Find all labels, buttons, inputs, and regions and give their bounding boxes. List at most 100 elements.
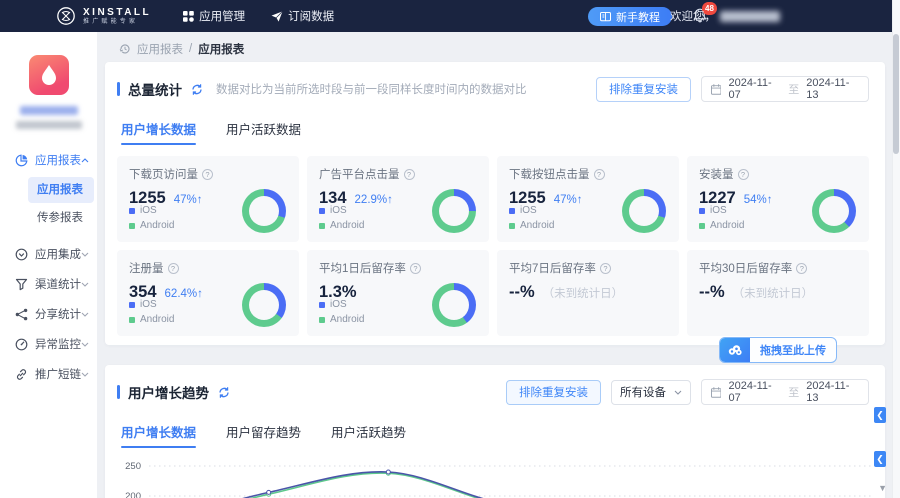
stat-card: 广告平台点击量 ? 134 22.9%↑ iOSAndroid (307, 156, 489, 242)
info-icon[interactable]: ? (404, 169, 415, 180)
breadcrumb-current: 应用报表 (198, 41, 244, 57)
brand-logo[interactable]: XINSTALL 推广赋能专家 (56, 6, 151, 26)
sidebar-subitem-1[interactable]: 传参报表 (28, 205, 94, 231)
info-icon[interactable]: ? (410, 263, 421, 274)
info-icon[interactable]: ? (168, 263, 179, 274)
stat-card-title: 广告平台点击量 (319, 166, 400, 182)
device-select[interactable]: 所有设备 (611, 380, 691, 405)
top-navbar: XINSTALL 推广赋能专家 应用管理 订阅数据 新手教程 (0, 0, 900, 32)
sidebar-item-4[interactable]: 异常监控 (0, 329, 97, 359)
nav-label: 订阅数据 (288, 8, 334, 24)
stat-card: 平均30日后留存率 ? --% （未到统计日） (687, 250, 869, 336)
tutorial-button[interactable]: 新手教程 (588, 7, 672, 26)
collapse-panel-button[interactable]: ❮ (874, 451, 886, 467)
nav-subscribe-data[interactable]: 订阅数据 (271, 8, 334, 24)
info-icon[interactable]: ? (202, 169, 213, 180)
brand-name: XINSTALL (83, 7, 151, 18)
share-icon (15, 307, 29, 321)
link-icon (15, 367, 29, 381)
sidebar-item-1[interactable]: 应用集成 (0, 239, 97, 269)
info-icon[interactable]: ? (594, 169, 605, 180)
refresh-icon[interactable] (217, 386, 231, 399)
sidebar-item-label: 渠道统计 (35, 276, 81, 292)
cloud-upload-icon (720, 337, 750, 363)
info-icon[interactable]: ? (738, 169, 749, 180)
username-redacted[interactable] (720, 11, 780, 22)
tab-2[interactable]: 用户活跃趋势 (331, 422, 406, 448)
platform-legend: iOSAndroid (509, 203, 554, 233)
sidebar-item-2[interactable]: 渠道统计 (0, 269, 97, 299)
legend-item: iOS (509, 203, 554, 218)
trend-title: 用户增长趋势 (128, 382, 209, 402)
sidebar-item-0[interactable]: 应用报表 (0, 145, 97, 175)
sidebar-item-label: 应用集成 (35, 246, 81, 262)
stat-card-title: 平均7日后留存率 (509, 260, 596, 276)
upload-label: 拖拽至此上传 (750, 342, 836, 358)
exclude-duplicate-install-button[interactable]: 排除重复安装 (596, 77, 691, 102)
app-avatar[interactable] (29, 55, 69, 95)
platform-legend: iOSAndroid (319, 297, 364, 327)
info-icon[interactable]: ? (796, 263, 807, 274)
nav-app-management[interactable]: 应用管理 (183, 8, 245, 24)
xinstall-logo-icon (56, 6, 76, 26)
channel-icon (15, 277, 29, 291)
sidebar-item-label: 应用报表 (35, 152, 81, 168)
stat-cards-grid: 下载页访问量 ? 1255 47%↑ iOSAndroid 广告平台点击量 ? … (117, 156, 869, 336)
calendar-icon (711, 84, 721, 95)
tutorial-label: 新手教程 (616, 9, 660, 25)
tab-1[interactable]: 用户活跃数据 (226, 119, 301, 145)
stat-value: --% (699, 283, 725, 302)
corner-widget-icon: ▼ (878, 483, 887, 493)
summary-date-range-picker[interactable]: 2024-11-07 至 2024-11-13 (701, 76, 869, 102)
legend-item: Android (129, 218, 174, 233)
sidebar-item-label: 推广短链 (35, 366, 81, 382)
breadcrumb-separator: / (189, 43, 192, 55)
refresh-icon[interactable] (190, 83, 204, 96)
tab-0[interactable]: 用户增长数据 (121, 119, 196, 145)
title-accent-bar (117, 385, 120, 399)
platform-legend: iOSAndroid (319, 203, 364, 233)
growth-line-chart: 250200 (115, 454, 877, 498)
legend-item: iOS (129, 297, 174, 312)
chevron-up-icon (81, 154, 89, 166)
stat-card-title: 安装量 (699, 166, 734, 182)
date-end: 2024-11-13 (806, 380, 859, 404)
legend-item: iOS (319, 203, 364, 218)
stat-delta: 47%↑ (174, 194, 203, 206)
sidebar-item-3[interactable]: 分享统计 (0, 299, 97, 329)
trend-date-range-picker[interactable]: 2024-11-07 至 2024-11-13 (701, 379, 869, 405)
stat-card-title: 下载页访问量 (129, 166, 198, 182)
date-start: 2024-11-07 (728, 77, 781, 101)
legend-item: iOS (129, 203, 174, 218)
breadcrumb-parent[interactable]: 应用报表 (137, 41, 183, 57)
drag-upload-widget[interactable]: 拖拽至此上传 (719, 337, 837, 363)
history-icon (119, 43, 131, 55)
welcome-label: 欢迎您， (670, 8, 716, 24)
tab-0[interactable]: 用户增长数据 (121, 422, 196, 448)
stat-card-title: 注册量 (129, 260, 164, 276)
donut-chart (622, 189, 666, 233)
monitor-icon (15, 337, 29, 351)
stat-delta: 47%↑ (554, 194, 583, 206)
stat-note: （未到统计日） (543, 285, 624, 301)
sidebar-item-5[interactable]: 推广短链 (0, 359, 97, 389)
sidebar-subitem-0[interactable]: 应用报表 (28, 177, 94, 203)
collapse-panel-button[interactable]: ❮ (874, 407, 886, 423)
welcome-area: 欢迎您， (670, 0, 780, 32)
tab-1[interactable]: 用户留存趋势 (226, 422, 301, 448)
chevron-down-icon (81, 338, 89, 350)
page-scrollbar[interactable] (892, 0, 900, 498)
info-icon[interactable]: ? (600, 263, 611, 274)
platform-legend: iOSAndroid (129, 203, 174, 233)
paper-plane-icon (271, 11, 283, 22)
exclude-duplicate-install-button[interactable]: 排除重复安装 (506, 380, 601, 405)
calendar-icon (711, 387, 721, 398)
summary-description: 数据对比为当前所选时段与前一段同样长度时间内的数据对比 (216, 81, 527, 97)
legend-item: Android (509, 218, 554, 233)
stat-delta: 54%↑ (744, 194, 773, 206)
scrollbar-thumb[interactable] (893, 34, 899, 154)
stat-card: 平均1日后留存率 ? 1.3% iOSAndroid (307, 250, 489, 336)
chevron-down-icon (674, 390, 682, 395)
stat-card-title: 下载按钮点击量 (509, 166, 590, 182)
trend-panel: 用户增长趋势 排除重复安装 所有设备 (105, 365, 885, 498)
